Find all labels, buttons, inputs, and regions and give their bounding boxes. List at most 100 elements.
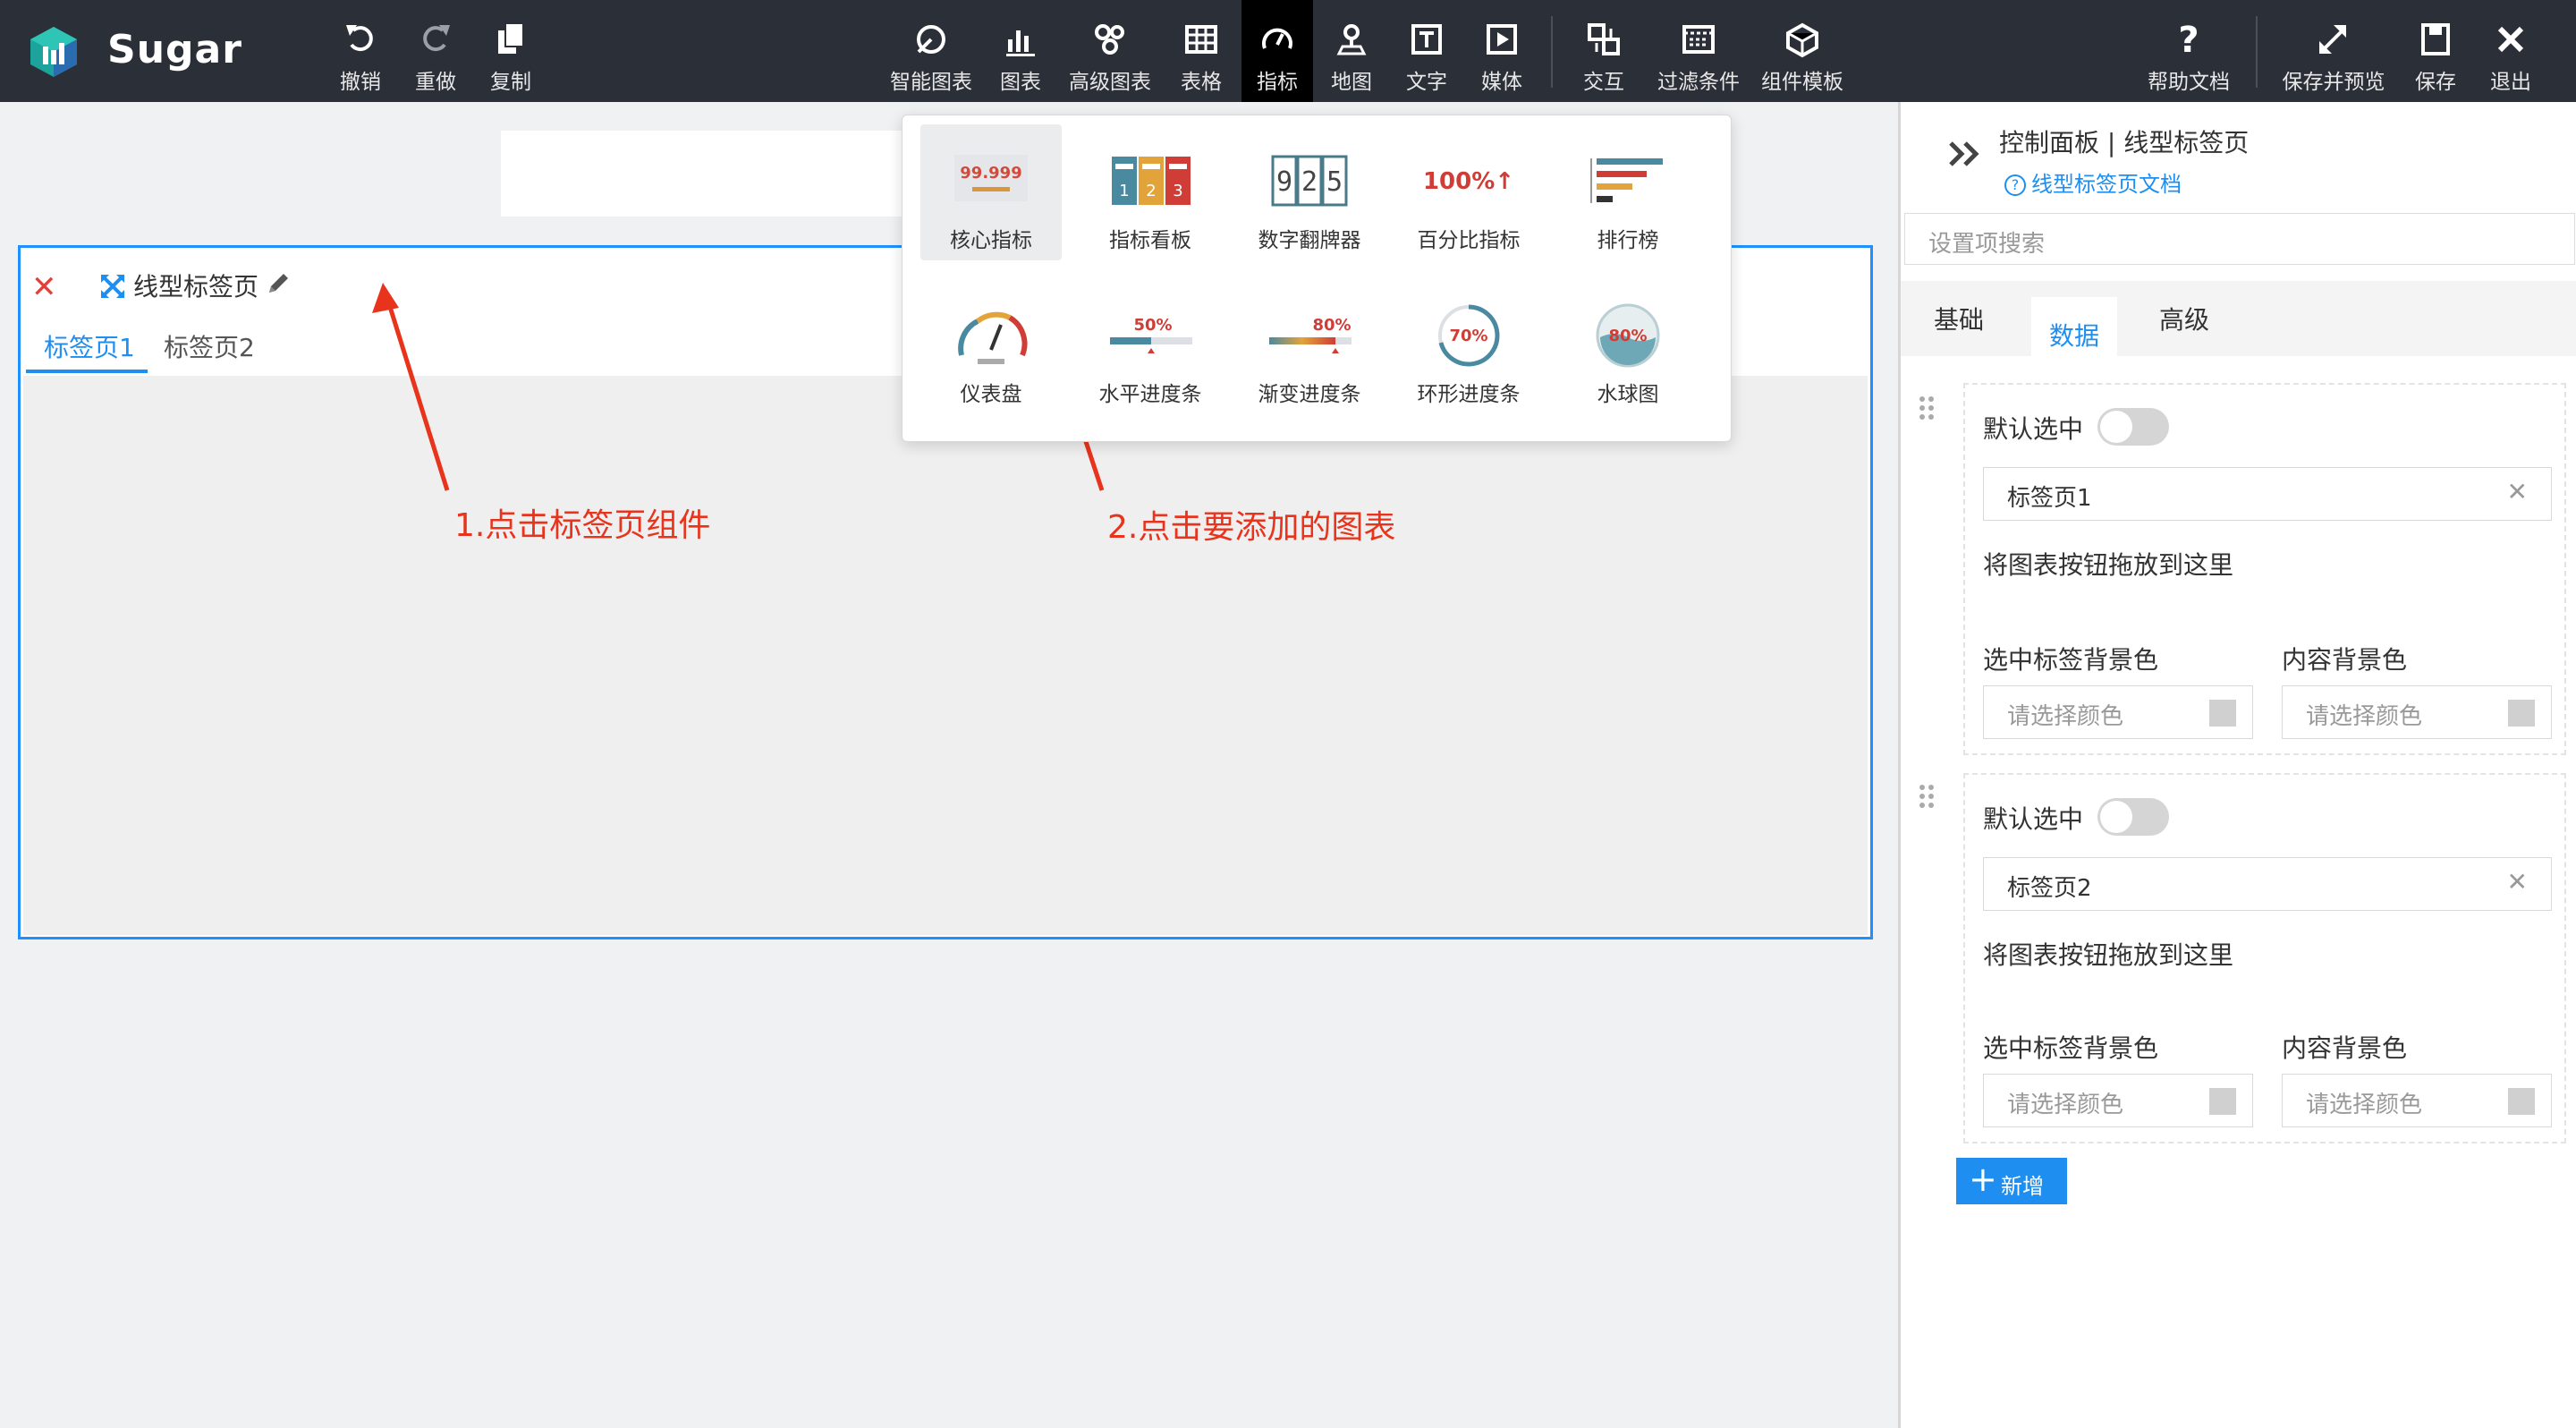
toolbar-divider xyxy=(2256,16,2258,88)
metric-board-icon: 1 2 3 xyxy=(1112,157,1191,205)
ranking-item[interactable]: 排行榜 xyxy=(1557,124,1699,260)
gauge-item[interactable]: 仪表盘 xyxy=(920,278,1062,414)
drop-zone-hint[interactable]: 将图表按钮拖放到这里 xyxy=(1983,936,2233,972)
drag-handle-icon[interactable] xyxy=(1917,782,1938,811)
add-tab-button[interactable]: + 新增 xyxy=(1956,1158,2067,1204)
chart-button[interactable]: 图表 xyxy=(991,0,1050,102)
tab-2[interactable]: 标签页2 xyxy=(164,328,255,364)
core-metric-label: 核心指标 xyxy=(950,229,1032,252)
color-placeholder: 请选择颜色 xyxy=(2007,703,2124,730)
gradient-progress-icon: 80% xyxy=(1269,316,1352,353)
panel-doc-link[interactable]: ? 线型标签页文档 xyxy=(2004,166,2182,198)
copy-icon xyxy=(498,22,524,54)
panel-title: 控制面板 | 线型标签页 xyxy=(1999,128,2250,157)
selected-bg-label: 选中标签背景色 xyxy=(1983,1033,2159,1063)
help-button[interactable]: ? 帮助文档 xyxy=(2141,0,2236,102)
liquid-ball-label: 水球图 xyxy=(1597,383,1659,406)
number-flipper-icon: 9 2 5 xyxy=(1271,155,1348,207)
drop-zone-hint[interactable]: 将图表按钮拖放到这里 xyxy=(1983,546,2233,582)
close-icon[interactable]: ✕ xyxy=(31,269,57,305)
clear-icon[interactable]: ✕ xyxy=(2507,477,2528,506)
save-icon xyxy=(2421,23,2450,55)
table-button[interactable]: 表格 xyxy=(1170,0,1233,102)
clear-icon[interactable]: ✕ xyxy=(2507,867,2528,897)
tab-name-input[interactable]: 标签页2 ✕ xyxy=(1983,857,2552,911)
text-button[interactable]: 文字 xyxy=(1397,0,1456,102)
sugar-logo-icon xyxy=(30,27,77,77)
copy-button[interactable]: 复制 xyxy=(481,0,540,102)
redo-button[interactable]: 重做 xyxy=(406,0,465,102)
selected-bg-label: 选中标签背景色 xyxy=(1983,645,2159,675)
move-icon[interactable] xyxy=(99,273,126,300)
gradient-progress-label: 渐变进度条 xyxy=(1258,383,1361,406)
tab-config-card: 默认选中 标签页2 ✕ 将图表按钮拖放到这里 选中标签背景色 内容背景色 请选择… xyxy=(1963,773,2566,1143)
widget-title[interactable]: 线型标签页 xyxy=(133,268,258,303)
dashboard-gauge-icon xyxy=(958,311,1028,364)
map-button[interactable]: 地图 xyxy=(1322,0,1381,102)
tab-content-area[interactable] xyxy=(23,376,1868,935)
percent-metric-item[interactable]: 100%↑ 百分比指标 xyxy=(1398,124,1539,260)
smart-chart-label: 智能图表 xyxy=(890,71,972,94)
default-selected-toggle[interactable] xyxy=(2097,408,2169,446)
template-button[interactable]: 组件模板 xyxy=(1755,0,1850,102)
tab-data-label: 数据 xyxy=(2048,321,2099,351)
gradient-progress-item[interactable]: 80% 渐变进度条 xyxy=(1239,278,1380,414)
media-button[interactable]: 媒体 xyxy=(1472,0,1531,102)
tab-data[interactable]: 数据 xyxy=(2031,297,2117,376)
settings-search-input[interactable]: 设置项搜索 xyxy=(1904,213,2575,265)
text-label: 文字 xyxy=(1406,71,1447,94)
number-flipper-item[interactable]: 9 2 5 数字翻牌器 xyxy=(1239,124,1380,260)
advanced-chart-button[interactable]: 高级图表 xyxy=(1063,0,1157,102)
content-bg-label: 内容背景色 xyxy=(2282,1033,2408,1063)
pencil-icon[interactable] xyxy=(264,269,292,298)
redo-label: 重做 xyxy=(415,71,456,94)
ring-progress-item[interactable]: 70% 环形进度条 xyxy=(1398,278,1539,414)
color-swatch xyxy=(2508,700,2535,727)
tab-advanced[interactable]: 高级 xyxy=(2135,281,2233,356)
selected-bg-color-picker[interactable]: 请选择颜色 xyxy=(1983,685,2253,739)
svg-text:5: 5 xyxy=(1326,166,1343,198)
svg-text:2: 2 xyxy=(1301,166,1318,198)
annotation-step-2: 2.点击要添加的图表 xyxy=(1107,509,1396,546)
tab-1[interactable]: 标签页1 xyxy=(44,328,135,364)
color-placeholder: 请选择颜色 xyxy=(2306,1092,2423,1118)
save-button[interactable]: 保存 xyxy=(2406,0,2465,102)
core-metric-item[interactable]: 99.999 核心指标 xyxy=(920,124,1062,260)
liquid-ball-item[interactable]: 80% 水球图 xyxy=(1557,278,1699,414)
interaction-label: 交互 xyxy=(1583,71,1624,94)
exit-label: 退出 xyxy=(2490,71,2531,94)
selected-bg-color-picker[interactable]: 请选择颜色 xyxy=(1983,1074,2253,1127)
collapse-panel-icon[interactable] xyxy=(1945,138,1985,170)
tab-name-input[interactable]: 标签页1 ✕ xyxy=(1983,467,2552,521)
content-bg-color-picker[interactable]: 请选择颜色 xyxy=(2282,1074,2552,1127)
svg-text:2: 2 xyxy=(1146,182,1156,200)
interaction-icon xyxy=(1588,23,1620,55)
table-label: 表格 xyxy=(1181,71,1222,94)
top-toolbar: Sugar 撤销 重做 复制 智能图表 图表 高级图表 表格 指标 地图 文字 xyxy=(0,0,2576,102)
default-selected-label: 默认选中 xyxy=(1983,414,2084,444)
horizontal-progress-icon: 50% xyxy=(1110,316,1192,353)
liquid-ball-icon-text: 80% xyxy=(1608,327,1647,345)
core-metric-icon-text: 99.999 xyxy=(960,164,1021,183)
horizontal-progress-icon-text: 50% xyxy=(1133,316,1172,335)
help-icon: ? xyxy=(2178,20,2199,59)
undo-button[interactable]: 撤销 xyxy=(331,0,390,102)
table-icon xyxy=(1185,25,1217,54)
metric-button[interactable]: 指标 xyxy=(1241,0,1313,102)
smart-chart-button[interactable]: 智能图表 xyxy=(884,0,979,102)
filter-button[interactable]: 过滤条件 xyxy=(1651,0,1746,102)
exit-button[interactable]: 退出 xyxy=(2481,0,2540,102)
tab-basic[interactable]: 基础 xyxy=(1901,281,2017,356)
save-preview-label: 保存并预览 xyxy=(2282,71,2385,94)
default-selected-toggle[interactable] xyxy=(2097,798,2169,836)
horizontal-progress-item[interactable]: 50% 水平进度条 xyxy=(1080,278,1221,414)
app-name: Sugar xyxy=(107,27,242,72)
content-bg-color-picker[interactable]: 请选择颜色 xyxy=(2282,685,2552,739)
drag-handle-icon[interactable] xyxy=(1917,394,1938,422)
percent-metric-icon-text: 100%↑ xyxy=(1423,168,1514,195)
interaction-button[interactable]: 交互 xyxy=(1574,0,1633,102)
advanced-chart-label: 高级图表 xyxy=(1069,71,1151,94)
save-preview-button[interactable]: 保存并预览 xyxy=(2272,0,2395,102)
metric-board-item[interactable]: 1 2 3 指标看板 xyxy=(1080,124,1221,260)
tab-config-card: 默认选中 标签页1 ✕ 将图表按钮拖放到这里 选中标签背景色 内容背景色 请选择… xyxy=(1963,383,2566,755)
